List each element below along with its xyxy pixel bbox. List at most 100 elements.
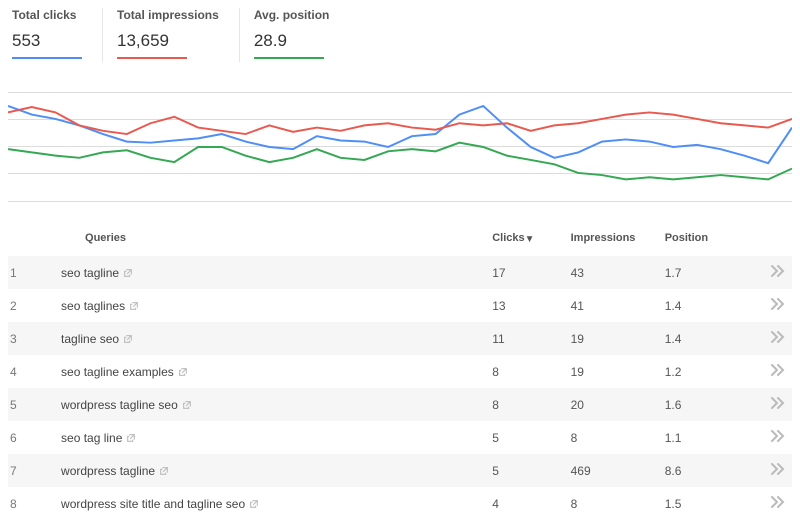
external-link-icon[interactable] <box>182 400 192 410</box>
row-more[interactable] <box>753 388 792 421</box>
row-index: 1 <box>8 256 55 289</box>
row-query[interactable]: seo tagline <box>55 256 486 289</box>
chart-svg <box>8 93 792 201</box>
row-query[interactable]: seo tagline examples <box>55 355 486 388</box>
row-impressions: 43 <box>565 256 659 289</box>
table-row[interactable]: 5wordpress tagline seo8201.6 <box>8 388 792 421</box>
external-link-icon[interactable] <box>249 499 259 509</box>
metric-label: Avg. position <box>254 8 330 22</box>
metric-card[interactable]: Avg. position 28.9 <box>240 8 350 62</box>
row-position: 1.4 <box>659 322 753 355</box>
chevron-right-double-icon[interactable] <box>770 496 786 508</box>
row-position: 1.1 <box>659 421 753 454</box>
metric-card[interactable]: Total impressions 13,659 <box>103 8 240 62</box>
chevron-right-double-icon[interactable] <box>770 298 786 310</box>
row-position: 8.6 <box>659 454 753 487</box>
metric-value: 13,659 <box>117 31 219 51</box>
row-clicks: 5 <box>486 421 564 454</box>
col-clicks-header[interactable]: Clicks▼ <box>486 222 564 256</box>
queries-table: Queries Clicks▼ Impressions Position 1se… <box>8 222 792 520</box>
row-more[interactable] <box>753 322 792 355</box>
external-link-icon[interactable] <box>129 301 139 311</box>
row-query[interactable]: wordpress tagline seo <box>55 388 486 421</box>
row-impressions: 8 <box>565 421 659 454</box>
row-clicks: 8 <box>486 355 564 388</box>
table-row[interactable]: 7wordpress tagline54698.6 <box>8 454 792 487</box>
row-impressions: 8 <box>565 487 659 520</box>
row-position: 1.7 <box>659 256 753 289</box>
chevron-right-double-icon[interactable] <box>770 397 786 409</box>
row-clicks: 13 <box>486 289 564 322</box>
external-link-icon[interactable] <box>126 433 136 443</box>
row-more[interactable] <box>753 256 792 289</box>
row-clicks: 4 <box>486 487 564 520</box>
row-query[interactable]: tagline seo <box>55 322 486 355</box>
queries-tbody: 1seo tagline17431.72seo taglines13411.43… <box>8 256 792 520</box>
row-index: 4 <box>8 355 55 388</box>
row-more[interactable] <box>753 454 792 487</box>
metric-value: 28.9 <box>254 31 330 51</box>
row-index: 5 <box>8 388 55 421</box>
row-clicks: 5 <box>486 454 564 487</box>
row-impressions: 19 <box>565 355 659 388</box>
metric-value: 553 <box>12 31 82 51</box>
col-position-header[interactable]: Position <box>659 222 753 256</box>
chevron-right-double-icon[interactable] <box>770 364 786 376</box>
row-index: 3 <box>8 322 55 355</box>
external-link-icon[interactable] <box>123 334 133 344</box>
metrics-bar: Total clicks 553 Total impressions 13,659 Av… <box>0 0 800 62</box>
row-clicks: 8 <box>486 388 564 421</box>
table-row[interactable]: 4seo tagline examples8191.2 <box>8 355 792 388</box>
col-queries-header[interactable]: Queries <box>55 222 486 256</box>
sort-desc-icon: ▼ <box>525 234 535 245</box>
chart-container <box>8 92 792 202</box>
table-row[interactable]: 6seo tag line581.1 <box>8 421 792 454</box>
row-query[interactable]: seo taglines <box>55 289 486 322</box>
chevron-right-double-icon[interactable] <box>770 265 786 277</box>
row-impressions: 41 <box>565 289 659 322</box>
row-index: 6 <box>8 421 55 454</box>
row-index: 8 <box>8 487 55 520</box>
metric-underline <box>117 57 187 59</box>
external-link-icon[interactable] <box>178 367 188 377</box>
external-link-icon[interactable] <box>159 466 169 476</box>
row-position: 1.5 <box>659 487 753 520</box>
row-index: 2 <box>8 289 55 322</box>
metric-underline <box>254 57 324 59</box>
row-more[interactable] <box>753 487 792 520</box>
row-more[interactable] <box>753 421 792 454</box>
external-link-icon[interactable] <box>123 268 133 278</box>
row-position: 1.2 <box>659 355 753 388</box>
chart-series-impressions <box>8 107 792 134</box>
row-index: 7 <box>8 454 55 487</box>
table-row[interactable]: 1seo tagline17431.7 <box>8 256 792 289</box>
metric-underline <box>12 57 82 59</box>
row-clicks: 17 <box>486 256 564 289</box>
chart-series-position <box>8 143 792 180</box>
chevron-right-double-icon[interactable] <box>770 331 786 343</box>
row-impressions: 19 <box>565 322 659 355</box>
metric-label: Total clicks <box>12 8 82 22</box>
row-more[interactable] <box>753 289 792 322</box>
row-position: 1.6 <box>659 388 753 421</box>
row-position: 1.4 <box>659 289 753 322</box>
row-impressions: 20 <box>565 388 659 421</box>
row-impressions: 469 <box>565 454 659 487</box>
row-query[interactable]: wordpress tagline <box>55 454 486 487</box>
chevron-right-double-icon[interactable] <box>770 463 786 475</box>
line-chart <box>8 92 792 202</box>
queries-table-wrap: Queries Clicks▼ Impressions Position 1se… <box>8 222 792 520</box>
col-impressions-header[interactable]: Impressions <box>565 222 659 256</box>
row-query[interactable]: seo tag line <box>55 421 486 454</box>
row-more[interactable] <box>753 355 792 388</box>
col-index <box>8 222 55 256</box>
table-row[interactable]: 8wordpress site title and tagline seo481… <box>8 487 792 520</box>
table-row[interactable]: 2seo taglines13411.4 <box>8 289 792 322</box>
row-query[interactable]: wordpress site title and tagline seo <box>55 487 486 520</box>
metric-label: Total impressions <box>117 8 219 22</box>
chevron-right-double-icon[interactable] <box>770 430 786 442</box>
row-clicks: 11 <box>486 322 564 355</box>
metric-card[interactable]: Total clicks 553 <box>8 8 103 62</box>
col-more <box>753 222 792 256</box>
table-row[interactable]: 3tagline seo11191.4 <box>8 322 792 355</box>
